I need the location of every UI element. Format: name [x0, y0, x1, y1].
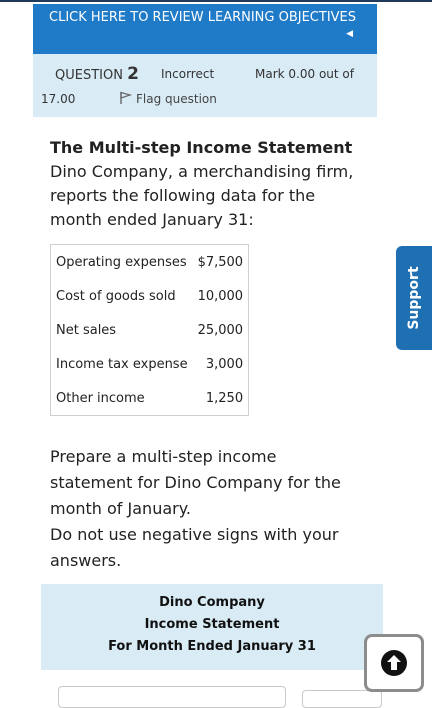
question-mark: Mark 0.00 out of [255, 67, 354, 81]
chevron-left-icon[interactable]: ◀ [346, 26, 353, 42]
table-row: Other income 1,250 [51, 381, 249, 416]
flag-icon [120, 91, 133, 104]
table-cell-value: 1,250 [205, 390, 244, 406]
question-mark-total: 17.00 [41, 92, 76, 106]
support-tab[interactable]: Support [396, 246, 432, 350]
table-row: Net sales 25,000 [51, 313, 249, 347]
top-border [0, 0, 432, 2]
question-info: QUESTION 2 Incorrect Mark 0.00 out of 17… [33, 54, 377, 117]
question-number: 2 [127, 64, 139, 84]
question-label: QUESTION 2 [55, 64, 139, 84]
problem-title: The Multi-step Income Statement [50, 138, 353, 157]
income-statement-header: Dino Company Income Statement For Month … [41, 584, 383, 670]
table-cell-value: 3,000 [205, 356, 244, 372]
table-cell-value: 10,000 [197, 288, 244, 304]
table-row: Cost of goods sold 10,000 [51, 279, 249, 313]
statement-amount-input[interactable] [302, 690, 382, 708]
scroll-top-button[interactable] [364, 634, 424, 692]
statement-name: Income Statement [144, 617, 280, 632]
table-cell-label: Net sales [56, 322, 117, 338]
flag-question-link[interactable]: Flag question [119, 91, 217, 106]
statement-line-select[interactable] [58, 686, 286, 708]
table-row: Income tax expense 3,000 [51, 347, 249, 381]
instruction-prepare: Prepare a multi-step income statement fo… [50, 447, 341, 518]
banner-text: CLICK HERE TO REVIEW LEARNING OBJECTIVES [49, 10, 357, 25]
table-cell-label: Cost of goods sold [56, 288, 176, 304]
table-cell-label: Operating expenses [56, 254, 187, 270]
flag-question-label: Flag question [136, 92, 217, 106]
instructions: Prepare a multi-step income statement fo… [50, 444, 360, 574]
table-cell-value: $7,500 [197, 254, 244, 270]
learning-objectives-banner[interactable]: CLICK HERE TO REVIEW LEARNING OBJECTIVES… [33, 4, 377, 54]
instruction-no-negatives: Do not use negative signs with your answ… [50, 525, 339, 570]
support-label: Support [406, 266, 422, 330]
company-name: Dino Company [159, 595, 265, 610]
arrow-up-icon [381, 650, 407, 676]
table-row: Operating expenses $7,500 [51, 245, 249, 280]
table-cell-label: Income tax expense [56, 356, 188, 372]
question-status: Incorrect [161, 67, 215, 81]
problem-text: The Multi-step Income Statement Dino Com… [50, 136, 360, 232]
table-cell-value: 25,000 [197, 322, 244, 338]
data-table: Operating expenses $7,500 Cost of goods … [50, 244, 250, 416]
statement-period: For Month Ended January 31 [108, 639, 316, 654]
problem-description: Dino Company, a merchandising firm, repo… [50, 162, 354, 229]
table-cell-label: Other income [56, 390, 145, 406]
